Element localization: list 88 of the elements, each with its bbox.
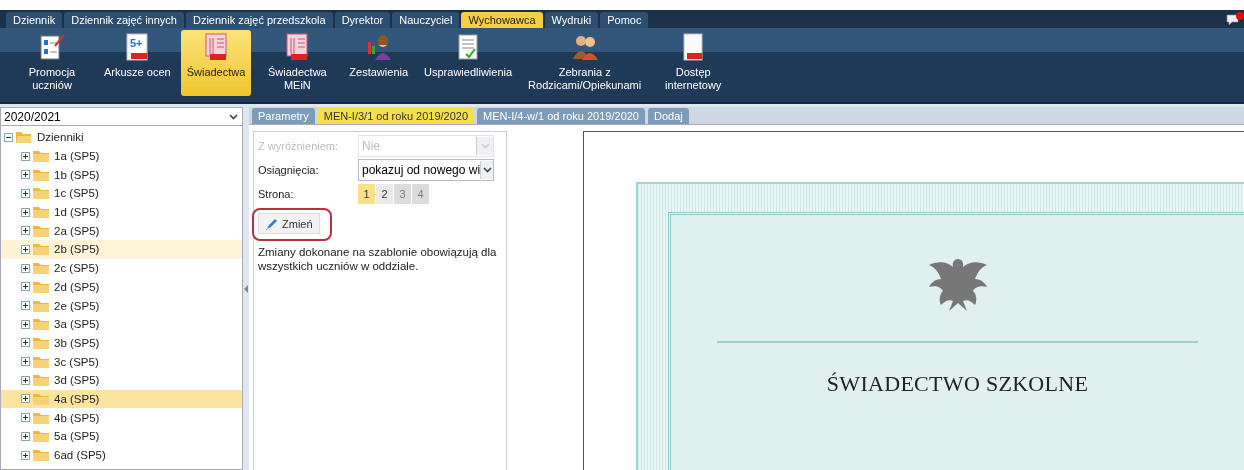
- menu-tab[interactable]: Dziennik zajęć innych: [64, 12, 184, 28]
- tree-item[interactable]: Dzienniki: [37, 131, 84, 144]
- year-select[interactable]: 2020/2021: [0, 107, 243, 126]
- numbered-list-icon: [37, 32, 67, 62]
- open-folder-icon: [15, 130, 33, 145]
- toolbar-button[interactable]: Świadectwa MEiN: [255, 30, 340, 96]
- folder-icon: [32, 335, 50, 350]
- expand-icon[interactable]: [21, 226, 30, 236]
- expand-icon[interactable]: [21, 188, 30, 198]
- tree-item[interactable]: 5a (SP5): [1, 427, 242, 446]
- menu-tab[interactable]: Dyrektor: [334, 12, 391, 28]
- expand-icon[interactable]: [21, 301, 30, 311]
- expand-icon[interactable]: [21, 431, 30, 441]
- tree-item[interactable]: 2b (SP5): [1, 240, 242, 259]
- toolbar-button[interactable]: Zestawienia: [343, 30, 415, 96]
- tree-item[interactable]: 1c (SP5): [1, 184, 242, 203]
- folder-icon: [32, 298, 50, 313]
- expand-icon[interactable]: [21, 375, 30, 385]
- tree-item[interactable]: 4b (SP5): [1, 408, 242, 427]
- expand-icon[interactable]: [21, 450, 30, 460]
- tree-item[interactable]: 6ad (SP5): [1, 445, 242, 465]
- field-label: Strona:: [258, 188, 295, 200]
- collapse-icon[interactable]: [4, 132, 13, 142]
- expand-icon[interactable]: [21, 282, 30, 292]
- toolbar-button[interactable]: Usprawiedliwienia: [418, 30, 519, 96]
- expand-icon[interactable]: [21, 357, 30, 367]
- collapse-arrow-icon[interactable]: [244, 284, 248, 293]
- folder-icon: [32, 373, 50, 388]
- caret-icon: [482, 167, 492, 173]
- folder-icon: [32, 391, 50, 406]
- tree-item[interactable]: 3b (SP5): [1, 333, 242, 353]
- field-label: Osiągnięcia:: [258, 164, 320, 176]
- folder-icon: [32, 448, 50, 463]
- certificate-title: ŚWIADECTWO SZKOLNE: [826, 371, 1089, 397]
- folder-icon: [32, 186, 50, 201]
- toolbar-button[interactable]: 5+ Arkusze ocen: [98, 30, 177, 96]
- dropdown-field[interactable]: pokazuj od nowego wi: [358, 159, 494, 181]
- folder-icon: [32, 149, 50, 164]
- tree-item[interactable]: 2e (SP5): [1, 296, 242, 315]
- tree-item[interactable]: 4a (SP5): [1, 389, 242, 409]
- toolbar-button[interactable]: Promocja uczniów: [10, 30, 94, 96]
- document-tab[interactable]: MEN-I/3/1 od roku 2019/2020: [317, 108, 475, 124]
- tree-item[interactable]: 3d (SP5): [1, 370, 242, 390]
- caret-icon: [480, 143, 490, 149]
- expand-icon[interactable]: [21, 319, 30, 329]
- menu-tab[interactable]: Wydruki: [544, 12, 599, 28]
- folder-icon: [32, 354, 50, 369]
- toolbar-button[interactable]: Dostęp internetowy: [651, 30, 736, 96]
- expand-icon[interactable]: [21, 338, 30, 348]
- folder-icon: [32, 205, 50, 220]
- expand-icon[interactable]: [21, 394, 30, 404]
- expand-icon[interactable]: [21, 170, 30, 180]
- note-text: Zmiany dokonane na szablonie obowiązują dla wszystkich uczniów w oddziale.: [258, 245, 498, 273]
- tree-item[interactable]: 2d (SP5): [1, 277, 242, 297]
- toolbar-button[interactable]: Świadectwa: [180, 30, 252, 96]
- caret-icon: [229, 113, 238, 120]
- folder-icon: [32, 429, 50, 444]
- expand-icon[interactable]: [21, 244, 30, 254]
- menu-tab[interactable]: Nauczyciel: [392, 12, 460, 28]
- folder-icon: [32, 317, 50, 332]
- menu-tab[interactable]: Dziennik: [6, 12, 63, 28]
- expand-icon[interactable]: [21, 263, 30, 273]
- tree-item[interactable]: 2a (SP5): [1, 221, 242, 241]
- tree-item[interactable]: 3a (SP5): [1, 314, 242, 334]
- pencil-icon: [265, 217, 279, 230]
- folder-icon: [32, 410, 50, 425]
- tree-item[interactable]: 1b (SP5): [1, 165, 242, 185]
- menu-tab[interactable]: Dziennik zajęć przedszkola: [185, 12, 333, 28]
- expand-icon[interactable]: [21, 207, 30, 217]
- folder-icon: [32, 223, 50, 238]
- change-button[interactable]: Zmień: [258, 213, 320, 234]
- folder-icon: [32, 261, 50, 276]
- toolbar-button[interactable]: Zebrania z Rodzicami/Opiekunami: [522, 30, 648, 96]
- folder-icon: [32, 242, 50, 257]
- tree-item[interactable]: 2c (SP5): [1, 258, 242, 278]
- expand-icon[interactable]: [21, 151, 30, 161]
- page-button[interactable]: 1: [358, 184, 375, 204]
- page-button[interactable]: 2: [376, 184, 393, 204]
- expand-icon[interactable]: [21, 413, 30, 423]
- tree-item[interactable]: 3c (SP5): [1, 352, 242, 371]
- folder-icon: [32, 279, 50, 294]
- field-label: Z wyróżnieniem:: [258, 140, 340, 152]
- tree-item[interactable]: 1d (SP5): [1, 202, 242, 222]
- chat-notification-icon[interactable]: [1226, 12, 1244, 26]
- menu-tab[interactable]: Pomoc: [600, 12, 649, 28]
- menu-tab[interactable]: Wychowawca: [461, 12, 543, 28]
- folder-icon: [32, 167, 50, 182]
- tree-item[interactable]: 1a (SP5): [1, 146, 242, 166]
